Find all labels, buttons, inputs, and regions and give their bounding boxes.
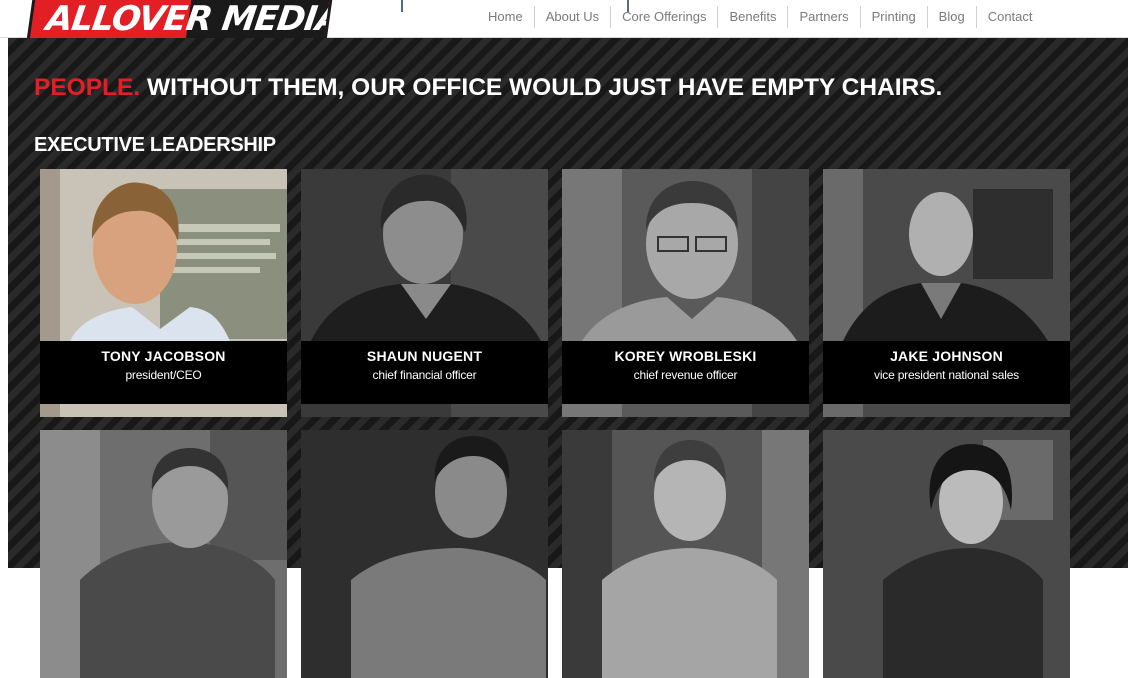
member-name: JAKE JOHNSON bbox=[890, 348, 1003, 364]
portrait-photo bbox=[562, 430, 809, 678]
team-card-shaun-nugent[interactable]: SHAUN NUGENT chief financial officer bbox=[301, 169, 548, 417]
team-card-jake-johnson[interactable]: JAKE JOHNSON vice president national sal… bbox=[823, 169, 1070, 417]
team-card-tony-jacobson[interactable]: TONY JACOBSON president/CEO bbox=[40, 169, 287, 417]
team-card-row2-4[interactable] bbox=[823, 430, 1070, 678]
nav-printing[interactable]: Printing bbox=[859, 6, 927, 28]
team-card-row2-1[interactable] bbox=[40, 430, 287, 678]
page-headline: PEOPLE. WITHOUT THEM, OUR OFFICE WOULD J… bbox=[34, 74, 942, 102]
portrait-photo bbox=[823, 430, 1070, 678]
section-title: EXECUTIVE LEADERSHIP bbox=[34, 134, 276, 156]
team-card-row2-2[interactable] bbox=[301, 430, 548, 678]
headline-text: WITHOUT THEM, OUR OFFICE WOULD JUST HAVE… bbox=[147, 74, 943, 101]
headline-accent: PEOPLE. bbox=[34, 74, 141, 101]
nav-contact[interactable]: Contact bbox=[975, 6, 1044, 28]
member-caption: TONY JACOBSON president/CEO bbox=[40, 341, 287, 404]
member-role: president/CEO bbox=[125, 368, 202, 382]
nav-blog[interactable]: Blog bbox=[926, 6, 976, 28]
member-role: chief revenue officer bbox=[633, 368, 738, 382]
divider-line bbox=[401, 0, 403, 12]
member-caption: JAKE JOHNSON vice president national sal… bbox=[823, 341, 1070, 404]
member-name: TONY JACOBSON bbox=[101, 348, 226, 364]
member-caption: KOREY WROBLESKI chief revenue officer bbox=[562, 341, 809, 404]
member-role: vice president national sales bbox=[874, 368, 1019, 382]
nav-about-us[interactable]: About Us bbox=[533, 6, 610, 28]
portrait-photo bbox=[40, 430, 287, 678]
logo-text: ALLOVER MEDIA bbox=[43, 0, 335, 39]
nav-core-offerings[interactable]: Core Offerings bbox=[610, 6, 717, 28]
team-card-korey-wrobleski[interactable]: KOREY WROBLESKI chief revenue officer bbox=[562, 169, 809, 417]
team-section: PEOPLE. WITHOUT THEM, OUR OFFICE WOULD J… bbox=[8, 38, 1128, 678]
portrait-photo bbox=[301, 430, 548, 678]
main-nav: Home About Us Core Offerings Benefits Pa… bbox=[477, 0, 1044, 34]
site-header: ALLOVER MEDIA Home About Us Core Offerin… bbox=[0, 0, 1128, 46]
member-caption: SHAUN NUGENT chief financial officer bbox=[301, 341, 548, 404]
nav-benefits[interactable]: Benefits bbox=[717, 6, 787, 28]
member-name: SHAUN NUGENT bbox=[366, 348, 483, 364]
member-role: chief financial officer bbox=[372, 368, 477, 382]
nav-home[interactable]: Home bbox=[477, 6, 534, 28]
team-card-row2-3[interactable] bbox=[562, 430, 809, 678]
nav-partners[interactable]: Partners bbox=[787, 6, 859, 28]
member-name: KOREY WROBLESKI bbox=[614, 348, 757, 364]
